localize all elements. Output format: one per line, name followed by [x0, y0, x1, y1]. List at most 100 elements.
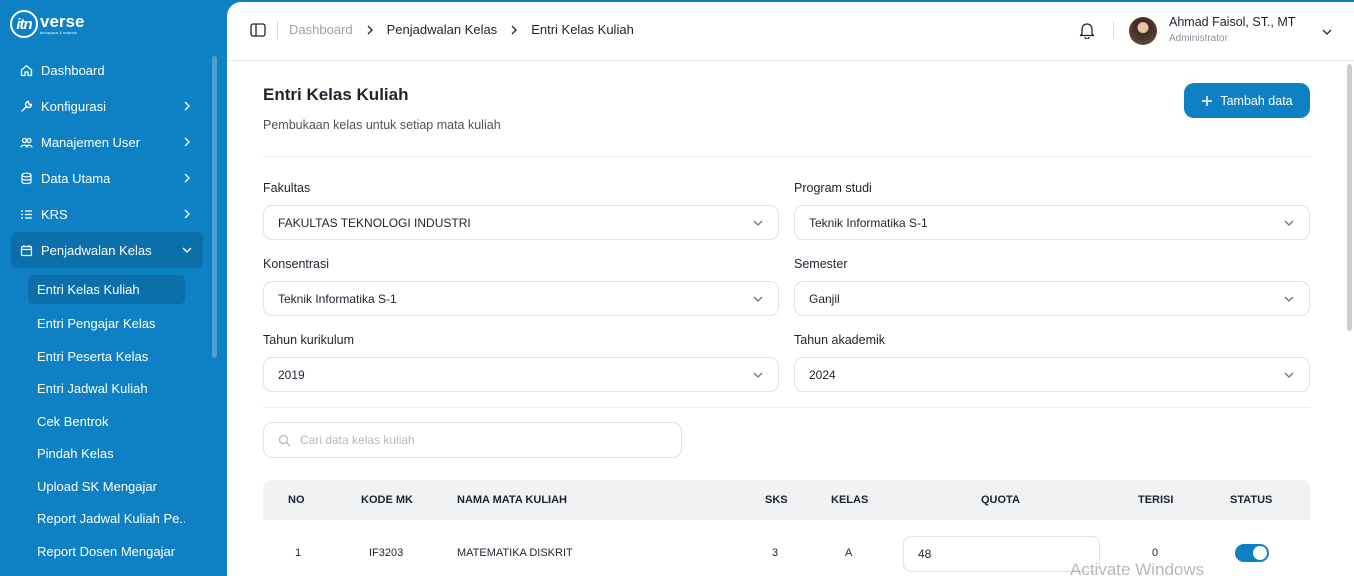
sidebar-item-dashboard[interactable]: Dashboard — [11, 52, 203, 88]
add-data-button[interactable]: Tambah data — [1184, 83, 1310, 118]
konsentrasi-value: Teknik Informatika S-1 — [278, 291, 397, 306]
chevron-right-icon — [511, 25, 518, 34]
sidebar-item-konfigurasi[interactable]: Konfigurasi — [11, 88, 203, 124]
toggle-knob — [1253, 546, 1267, 560]
konsentrasi-select[interactable]: Teknik Informatika S-1 — [263, 281, 779, 316]
chevron-down-icon — [182, 247, 192, 253]
top-bar: Dashboard Penjadwalan Kelas Entri Kelas … — [227, 2, 1354, 61]
search-icon — [278, 434, 291, 446]
brand-logo[interactable]: itn verse techspace & network — [10, 10, 84, 38]
user-name: Ahmad Faisol, ST., MT — [1169, 15, 1296, 29]
cell-terisi: 0 — [1152, 547, 1159, 559]
sidebar-item-label: Data Utama — [41, 170, 111, 186]
chevron-down-icon[interactable] — [1321, 26, 1333, 38]
breadcrumb-item-current: Entri Kelas Kuliah — [531, 22, 634, 37]
divider — [263, 407, 1310, 408]
sidebar-item-label: Penjadwalan Kelas — [41, 242, 152, 258]
content-scrollbar[interactable] — [1347, 64, 1352, 331]
submenu-item-entri-peserta-kelas[interactable]: Entri Peserta Kelas — [28, 340, 185, 373]
submenu-item-report-jadwal-kuliah[interactable]: Report Jadwal Kuliah Pe... — [28, 503, 185, 536]
fakultas-label: Fakultas — [263, 181, 311, 195]
chevron-down-icon — [1284, 296, 1294, 302]
logo-tagline: techspace & network — [40, 30, 78, 35]
submenu-item-entri-pengajar-kelas[interactable]: Entri Pengajar Kelas — [28, 308, 185, 341]
search-box — [263, 422, 682, 458]
users-icon — [20, 136, 33, 149]
column-header-no: NO — [288, 494, 305, 506]
sidebar-item-krs[interactable]: KRS — [11, 196, 203, 232]
table-header: NO KODE MK NAMA MATA KULIAH SKS KELAS QU… — [263, 480, 1310, 520]
chevron-down-icon — [753, 372, 763, 378]
list-icon — [20, 208, 33, 221]
bell-icon[interactable] — [1079, 22, 1095, 39]
program-studi-value: Teknik Informatika S-1 — [809, 215, 928, 230]
avatar[interactable] — [1129, 17, 1157, 45]
wrench-icon — [20, 100, 33, 113]
column-header-nama-mata-kuliah: NAMA MATA KULIAH — [457, 494, 567, 506]
search-input[interactable] — [300, 433, 660, 447]
chevron-right-icon — [184, 101, 190, 111]
divider — [277, 21, 278, 39]
submenu-item-pindah-kelas[interactable]: Pindah Kelas — [28, 438, 185, 471]
sidebar-item-label: Dashboard — [41, 62, 105, 78]
page-subtitle: Pembukaan kelas untuk setiap mata kuliah — [263, 118, 501, 132]
chevron-right-icon — [184, 209, 190, 219]
konsentrasi-label: Konsentrasi — [263, 257, 330, 271]
sidebar: itn verse techspace & network Dashboard … — [0, 0, 227, 576]
calendar-icon — [20, 244, 33, 257]
column-header-terisi: TERISI — [1138, 494, 1174, 506]
column-header-kelas: KELAS — [831, 494, 869, 506]
breadcrumb-item-penjadwalan-kelas[interactable]: Penjadwalan Kelas — [387, 22, 498, 37]
sidebar-item-label: Manajemen User — [41, 134, 140, 150]
sidebar-toggle-icon[interactable] — [250, 23, 266, 37]
tahun-akademik-label: Tahun akademik — [794, 333, 886, 347]
tahun-kurikulum-select[interactable]: 2019 — [263, 357, 779, 392]
windows-activation-watermark: Activate Windows — [1070, 560, 1205, 576]
plus-icon — [1202, 95, 1213, 106]
tahun-kurikulum-value: 2019 — [278, 367, 305, 382]
sidebar-scrollbar[interactable] — [212, 56, 217, 358]
logo-word: verse — [40, 12, 85, 31]
cell-nama-mata-kuliah: MATEMATIKA DISKRIT — [457, 547, 573, 559]
database-icon — [20, 172, 33, 185]
home-icon — [20, 64, 33, 77]
add-data-label: Tambah data — [1220, 93, 1293, 108]
semester-select[interactable]: Ganjil — [794, 281, 1310, 316]
status-toggle[interactable] — [1235, 544, 1269, 562]
divider — [1113, 21, 1114, 39]
sidebar-item-data-utama[interactable]: Data Utama — [11, 160, 203, 196]
tahun-akademik-select[interactable]: 2024 — [794, 357, 1310, 392]
submenu-item-entri-jadwal-kuliah[interactable]: Entri Jadwal Kuliah — [28, 373, 185, 406]
chevron-down-icon — [1284, 372, 1294, 378]
sidebar-item-manajemen-user[interactable]: Manajemen User — [11, 124, 203, 160]
logo-mark: itn — [10, 10, 38, 38]
chevron-down-icon — [753, 296, 763, 302]
column-header-quota: QUOTA — [981, 494, 1020, 506]
chevron-right-icon — [184, 173, 190, 183]
sidebar-item-label: Konfigurasi — [41, 98, 107, 114]
sidebar-nav: Dashboard Konfigurasi Manajemen User Dat… — [11, 52, 203, 568]
fakultas-select[interactable]: FAKULTAS TEKNOLOGI INDUSTRI — [263, 205, 779, 240]
cell-kode-mk: IF3203 — [369, 547, 404, 559]
breadcrumb: Dashboard Penjadwalan Kelas Entri Kelas … — [289, 22, 634, 37]
sidebar-item-label: KRS — [41, 206, 68, 222]
program-studi-label: Program studi — [794, 181, 872, 195]
submenu-item-report-dosen-mengajar[interactable]: Report Dosen Mengajar — [28, 535, 185, 568]
breadcrumb-item-dashboard[interactable]: Dashboard — [289, 22, 353, 37]
program-studi-select[interactable]: Teknik Informatika S-1 — [794, 205, 1310, 240]
column-header-kode-mk: KODE MK — [361, 494, 413, 506]
chevron-right-icon — [184, 137, 190, 147]
chevron-down-icon — [1284, 220, 1294, 226]
column-header-sks: SKS — [765, 494, 788, 506]
chevron-down-icon — [753, 220, 763, 226]
submenu-item-cek-bentrok[interactable]: Cek Bentrok — [28, 405, 185, 438]
tahun-akademik-value: 2024 — [809, 367, 836, 382]
fakultas-value: FAKULTAS TEKNOLOGI INDUSTRI — [278, 215, 471, 230]
user-info[interactable]: Ahmad Faisol, ST., MT Administrator — [1169, 15, 1295, 44]
cell-kelas: A — [845, 547, 853, 559]
semester-value: Ganjil — [809, 291, 840, 306]
divider — [263, 156, 1310, 157]
sidebar-item-penjadwalan-kelas[interactable]: Penjadwalan Kelas — [11, 232, 203, 268]
submenu-item-entri-kelas-kuliah[interactable]: Entri Kelas Kuliah — [28, 275, 185, 304]
submenu-item-upload-sk-mengajar[interactable]: Upload SK Mengajar — [28, 470, 185, 503]
